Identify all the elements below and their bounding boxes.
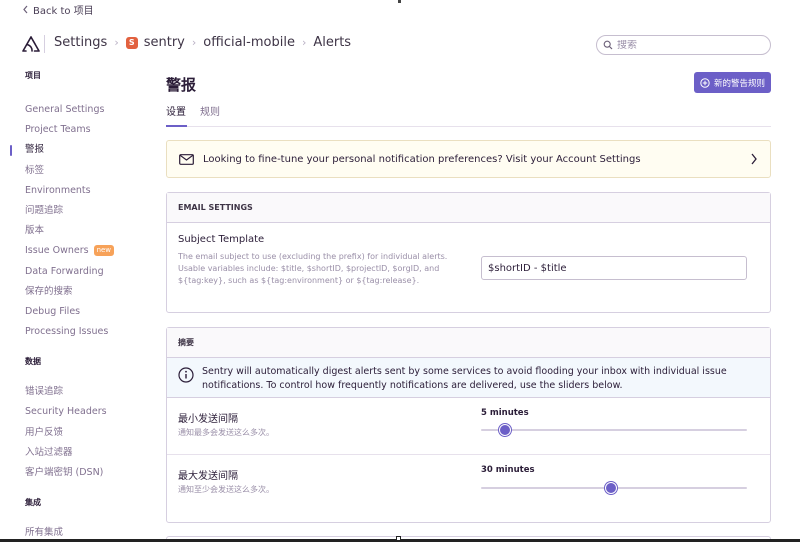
min-delivery-slider[interactable] bbox=[481, 424, 747, 436]
slider-value: 5 minutes bbox=[481, 408, 529, 418]
window-marker bbox=[396, 536, 401, 541]
header-divider bbox=[44, 35, 45, 53]
panel-header: EMAIL SETTINGS bbox=[167, 193, 770, 223]
email-settings-panel: EMAIL SETTINGS Subject Template The emai… bbox=[166, 192, 771, 313]
plus-circle-icon bbox=[700, 77, 710, 88]
slider-handle[interactable] bbox=[498, 424, 511, 436]
breadcrumb: Settings › S sentry › official-mobile › … bbox=[54, 35, 351, 50]
breadcrumb-project[interactable]: official-mobile bbox=[203, 35, 295, 50]
digest-info-alert: Sentry will automatically digest alerts … bbox=[167, 358, 770, 398]
breadcrumb-separator-icon: › bbox=[301, 36, 307, 49]
sidebar-section-title: 项目 bbox=[25, 71, 41, 80]
account-settings-notice[interactable]: Looking to fine-tune your personal notif… bbox=[166, 140, 771, 178]
panel-header: 摘要 bbox=[167, 328, 770, 358]
sidebar-section-title: 数据 bbox=[25, 357, 41, 367]
breadcrumb-separator-icon: › bbox=[114, 36, 119, 49]
sidebar-item-security-headers[interactable]: Security Headers bbox=[0, 402, 150, 422]
tab-settings[interactable]: 设置 bbox=[166, 103, 187, 127]
new-badge: new bbox=[93, 245, 115, 257]
sidebar-item-saved-searches[interactable]: 保存的搜索 bbox=[0, 282, 150, 302]
search-icon bbox=[603, 40, 613, 50]
sidebar-item-debug-files[interactable]: Debug Files bbox=[0, 302, 150, 322]
sidebar-item-inbound-filters[interactable]: 入站过滤器 bbox=[0, 443, 150, 463]
slider-value: 30 minutes bbox=[481, 465, 535, 475]
sentry-logo-icon[interactable] bbox=[22, 36, 40, 52]
subject-template-input[interactable] bbox=[481, 256, 747, 280]
tab-bar: 设置 规则 bbox=[166, 103, 771, 127]
sidebar-item-issue-owners[interactable]: Issue Owners new bbox=[0, 241, 150, 261]
sidebar-item-label: Issue Owners bbox=[25, 245, 89, 257]
mail-icon bbox=[179, 153, 194, 165]
max-delivery-row: 最大发送间隔 通知至少会发送这么多次。 30 minutes bbox=[167, 455, 770, 512]
header: Settings › S sentry › official-mobile › … bbox=[0, 24, 800, 64]
field-label: 最大发送间隔 bbox=[178, 471, 238, 482]
sidebar-item-releases[interactable]: 版本 bbox=[0, 221, 150, 241]
sidebar-section-title: 集成 bbox=[25, 498, 41, 508]
sidebar-item-processing-issues[interactable]: Processing Issues bbox=[0, 322, 150, 342]
sidebar-item-general-settings[interactable]: General Settings bbox=[0, 100, 150, 120]
chevron-right-icon bbox=[751, 153, 757, 165]
page-title: 警报 bbox=[166, 76, 197, 94]
sidebar-item-environments[interactable]: Environments bbox=[0, 181, 150, 201]
sidebar-item-user-feedback[interactable]: 用户反馈 bbox=[0, 423, 150, 443]
notice-text: Looking to fine-tune your personal notif… bbox=[203, 153, 641, 165]
breadcrumb-current: Alerts bbox=[313, 35, 352, 50]
tab-rules[interactable]: 规则 bbox=[200, 103, 220, 127]
sidebar-item-alerts[interactable]: 警报 bbox=[0, 140, 150, 160]
field-label: Subject Template bbox=[178, 234, 265, 245]
breadcrumb-settings[interactable]: Settings bbox=[54, 35, 107, 50]
back-bar: Back to 项目 bbox=[0, 0, 800, 17]
info-text: Sentry will automatically digest alerts … bbox=[202, 366, 727, 391]
min-delivery-row: 最小发送间隔 通知最多会发送这么多次。 5 minutes bbox=[167, 398, 770, 455]
info-icon bbox=[178, 367, 194, 383]
breadcrumb-separator-icon: › bbox=[191, 36, 197, 49]
back-link-label: Back to 项目 bbox=[33, 6, 94, 17]
sidebar-item-error-tracking[interactable]: 错误追踪 bbox=[0, 382, 150, 402]
digest-panel: 摘要 Sentry will automatically digest aler… bbox=[166, 327, 771, 523]
new-alert-rule-button[interactable]: 新的警告规则 bbox=[694, 72, 771, 93]
sidebar-item-data-forwarding[interactable]: Data Forwarding bbox=[0, 262, 150, 282]
field-label: 最小发送间隔 bbox=[178, 414, 238, 425]
sidebar-item-project-teams[interactable]: Project Teams bbox=[0, 120, 150, 140]
search-input[interactable] bbox=[617, 39, 757, 51]
window-marker bbox=[398, 0, 401, 3]
search-box[interactable] bbox=[596, 35, 771, 55]
back-link[interactable]: Back to 项目 bbox=[22, 2, 94, 17]
field-help: 通知最多会发送这么多次。 bbox=[178, 428, 274, 437]
sidebar-item-issue-tracking[interactable]: 问题追踪 bbox=[0, 201, 150, 221]
new-alert-rule-label: 新的警告规则 bbox=[713, 78, 765, 89]
chevron-left-icon bbox=[23, 5, 28, 14]
slider-handle[interactable] bbox=[605, 482, 618, 494]
settings-sidebar: 项目 General Settings Project Teams 警报 标签 … bbox=[0, 70, 150, 542]
field-help: The email subject to use (excluding the … bbox=[178, 252, 448, 285]
subject-template-row: Subject Template The email subject to us… bbox=[167, 223, 770, 313]
sidebar-item-client-keys[interactable]: 客户端密钥 (DSN) bbox=[0, 463, 150, 483]
max-delivery-slider[interactable] bbox=[481, 482, 747, 494]
project-avatar: S bbox=[125, 36, 138, 49]
breadcrumb-organization[interactable]: sentry bbox=[144, 35, 185, 50]
sidebar-item-tags[interactable]: 标签 bbox=[0, 161, 150, 181]
field-help: 通知至少会发送这么多次。 bbox=[178, 485, 274, 494]
